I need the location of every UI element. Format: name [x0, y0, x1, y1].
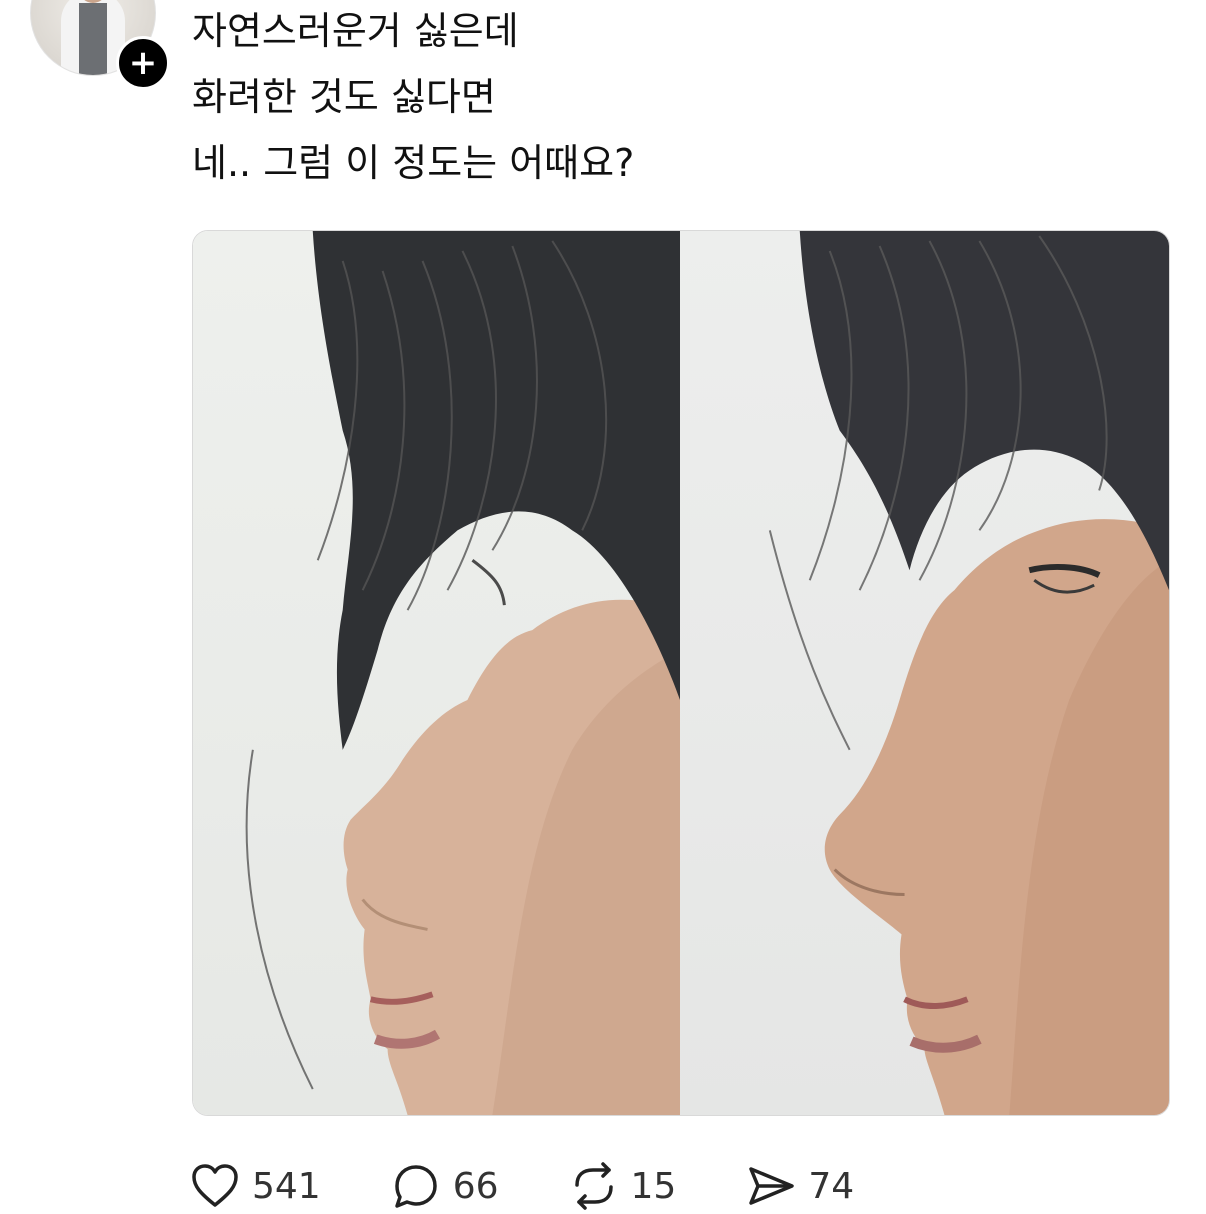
share-count: 74	[808, 1165, 855, 1207]
post-text-line-2: 화려한 것도 싫다면	[192, 75, 496, 119]
repost-button[interactable]: 15	[569, 1161, 677, 1211]
repost-icon	[574, 1162, 613, 1210]
like-count: 541	[252, 1165, 321, 1207]
before-photo[interactable]	[193, 231, 680, 1115]
avatar-container[interactable]: +	[30, 0, 170, 90]
after-photo[interactable]	[680, 231, 1169, 1115]
reply-count: 66	[452, 1165, 499, 1207]
before-profile-illustration	[245, 231, 680, 1115]
send-icon	[749, 1167, 795, 1205]
post-media[interactable]	[192, 230, 1170, 1116]
post-text: 자연스러운거 싫은데 화려한 것도 싫다면 네.. 그럼 이 정도는 어때요?	[192, 6, 634, 204]
reply-button[interactable]: 66	[391, 1161, 499, 1211]
share-button[interactable]: 74	[746, 1161, 854, 1211]
like-button[interactable]: 541	[190, 1161, 321, 1211]
post-text-line-1: 자연스러운거 싫은데	[192, 9, 519, 53]
post-text-line-3: 네.. 그럼 이 정도는 어때요?	[192, 141, 635, 185]
follow-button[interactable]: +	[116, 36, 170, 90]
avatar-scrubs	[79, 3, 107, 75]
after-profile-illustration	[768, 231, 1169, 1115]
comment-icon	[394, 1165, 437, 1208]
heart-icon	[192, 1164, 238, 1207]
repost-count: 15	[630, 1165, 677, 1207]
